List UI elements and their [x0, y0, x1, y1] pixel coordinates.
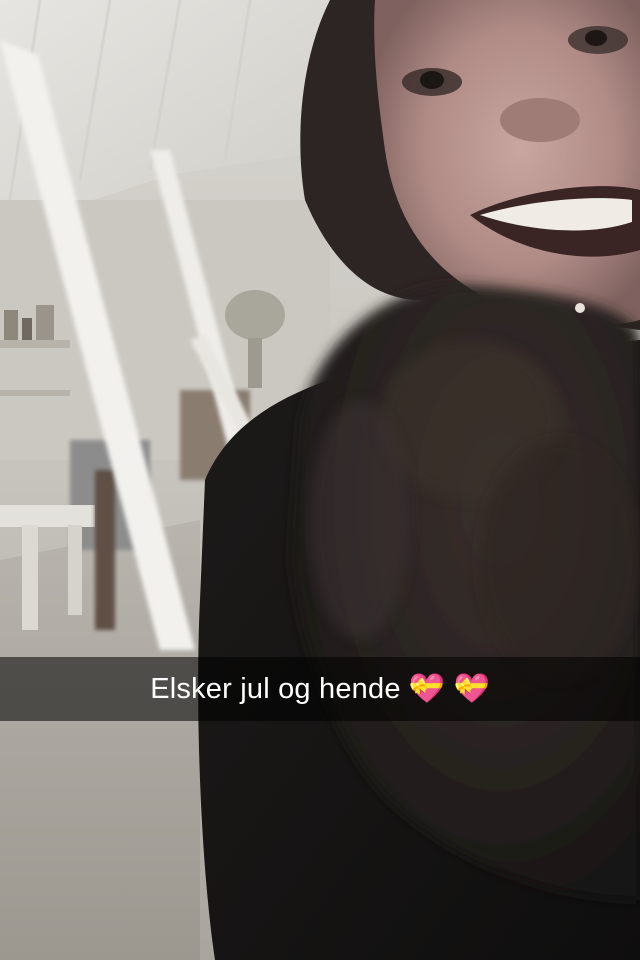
snap-view: Elsker jul og hende 💝 💝: [0, 0, 640, 960]
snap-caption: Elsker jul og hende 💝 💝: [150, 673, 490, 705]
caption-bar: Elsker jul og hende 💝 💝: [0, 657, 640, 721]
snap-photo: [0, 0, 640, 960]
